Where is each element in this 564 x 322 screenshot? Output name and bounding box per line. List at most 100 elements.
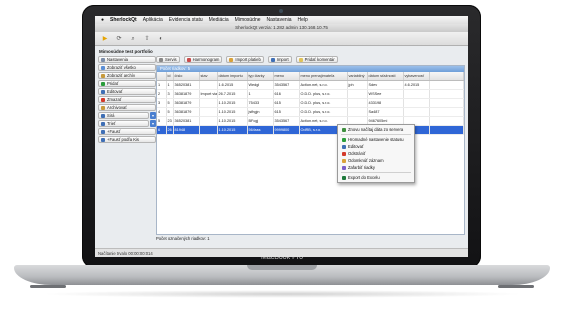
column-header[interactable]: id xyxy=(166,72,174,81)
table-row[interactable]: 4 5 36381879 1.10.2015 jsfhgjn 615 O.D.D. plus… xyxy=(157,107,464,117)
filter-button[interactable]: +Fausť xyxy=(98,128,156,135)
filter-kis-button[interactable]: +Fausť podľa Kis xyxy=(98,136,156,143)
column-header[interactable] xyxy=(429,72,464,81)
table-cell xyxy=(347,107,368,117)
menu-item-bulk-status[interactable]: Hromadné nastavenie statusu xyxy=(338,136,414,143)
table-cell: 81948 xyxy=(173,125,200,135)
table-row[interactable]: 1 1 36520381 1.6.2015 Wedgl 3543567 Action.net… xyxy=(157,80,464,90)
home-icon[interactable]: ▶ xyxy=(101,35,109,43)
table-row-selected[interactable]: 6 26 81948 1.10.2015 564sss 9999800 OdRB, s.r.… xyxy=(157,125,464,135)
sort2-select[interactable]: Trieť ▾ xyxy=(98,120,156,127)
add-button[interactable]: Pridať xyxy=(98,80,156,87)
menu-aplikacia[interactable]: Aplikácia xyxy=(143,17,163,23)
table-cell: 1.6.2015 xyxy=(217,80,248,90)
table-cell: 36520381 xyxy=(173,80,200,90)
refresh-icon[interactable]: ⟳ xyxy=(115,35,123,43)
column-header[interactable]: variabilný xyxy=(347,72,368,81)
table-cell: Import via xyxy=(199,89,218,99)
show-all-button[interactable]: Zobraziť všetko xyxy=(98,64,156,71)
column-header[interactable] xyxy=(157,72,167,81)
column-header[interactable]: stav xyxy=(199,72,218,81)
table-row[interactable]: 5 23 36520381 1.10.2015 BFcgj 3543567 Action.n… xyxy=(157,116,464,126)
add-comment-button[interactable]: Pridať komentár xyxy=(295,56,338,63)
records-grid[interactable]: Počet riadkov: 5 id číslo stav dátum imp… xyxy=(156,65,465,235)
search-icon[interactable]: ⌕ xyxy=(129,35,137,43)
menu-separator xyxy=(341,134,411,135)
table-cell: 3543567 xyxy=(273,116,300,126)
unlock-icon xyxy=(342,158,346,163)
table-cell: 3 xyxy=(166,89,174,99)
service-button[interactable]: Servis xyxy=(156,56,180,63)
table-row[interactable]: 3 5 36381879 1.10.2015 75433 615 O.D.D. plus, … xyxy=(157,98,464,108)
sort2-label[interactable]: Trieť xyxy=(98,120,149,127)
table-cell: 1.10.2015 xyxy=(217,116,248,126)
table-cell: 1.10.2015 xyxy=(217,107,248,117)
table-cell: O.D.D. plus, s.r.o. xyxy=(299,98,348,108)
table-cell: 5 xyxy=(166,107,174,117)
table-cell xyxy=(199,107,218,117)
table-cell xyxy=(429,89,464,99)
table-cell xyxy=(199,116,218,126)
sort-label[interactable]: Sirá xyxy=(98,112,149,119)
laptop-foot-left xyxy=(30,285,66,288)
menu-nastavenia[interactable]: Nastavenia xyxy=(267,17,292,23)
user-icon[interactable]: ◐ xyxy=(157,35,165,43)
laptop-notch xyxy=(247,265,317,270)
menu-item-edit[interactable]: Editovať xyxy=(338,143,414,150)
sort-icon xyxy=(101,121,105,126)
table-row[interactable]: 2 3 36381879 Import via 26.7.2015 1 616 O.D.D. … xyxy=(157,89,464,99)
show-archive-button[interactable]: Zobraziť archív xyxy=(98,72,156,79)
edit-button[interactable]: Editovať xyxy=(98,88,156,95)
column-header[interactable]: meno prenajímateľa xyxy=(299,72,348,81)
context-menu: Znovu načítaj dáta zo servera Hromadné n… xyxy=(337,124,415,183)
upload-icon[interactable]: ⇧ xyxy=(143,35,151,43)
table-cell: 1.10.2015 xyxy=(217,125,248,135)
archive-button[interactable]: Archivovať xyxy=(98,104,156,111)
edit-icon xyxy=(101,89,105,94)
harmonogram-button[interactable]: Harmonogram xyxy=(183,56,223,63)
table-cell xyxy=(429,125,464,135)
delete-icon xyxy=(101,97,105,102)
menu-help[interactable]: Help xyxy=(298,17,308,23)
menu-item-reload[interactable]: Znovu načítaj dáta zo servera xyxy=(338,126,414,133)
filter-icon xyxy=(101,137,105,142)
column-header[interactable]: meno xyxy=(273,72,300,81)
calendar-icon xyxy=(186,57,191,62)
apple-icon[interactable]: ● xyxy=(101,17,104,23)
paint-icon xyxy=(342,165,346,170)
left-panel: Nastavenia Zobraziť všetko Zobraziť arch… xyxy=(98,56,156,144)
sort-select[interactable]: Sirá ▾ xyxy=(98,112,156,119)
table-cell: jph xyxy=(347,80,368,90)
table-cell xyxy=(429,98,464,108)
menu-item-unlock[interactable]: Odomknúť záznam xyxy=(338,157,414,164)
column-header[interactable]: typ čiarky xyxy=(247,72,274,81)
menu-mimosudne[interactable]: Mimosúdne xyxy=(235,17,261,23)
laptop-foot-right xyxy=(498,285,534,288)
table-cell: Sdev xyxy=(367,80,404,90)
table-cell: 3 xyxy=(157,98,167,108)
menu-item-export-excel[interactable]: Export do Excelu xyxy=(338,174,414,181)
table-cell: 23 xyxy=(166,116,174,126)
column-header[interactable]: dátum importu xyxy=(217,72,248,81)
settings-button[interactable]: Nastavenia xyxy=(98,56,156,63)
column-header[interactable]: číslo xyxy=(173,72,200,81)
table-cell: 4 xyxy=(157,107,167,117)
import-button[interactable]: Import xyxy=(267,56,292,63)
menu-item-color-rows[interactable]: Zafarbiť riadky xyxy=(338,164,414,171)
sort-icon xyxy=(101,113,105,118)
table-cell xyxy=(403,89,430,99)
menu-evidencia[interactable]: Evidencia statu xyxy=(169,17,203,23)
column-header[interactable]: vybavenosť xyxy=(403,72,430,81)
delete-button[interactable]: Zmazať xyxy=(98,96,156,103)
table-cell: jsfhgjn xyxy=(247,107,274,117)
column-header[interactable]: dátum sťažnosti xyxy=(367,72,404,81)
table-cell xyxy=(347,89,368,99)
app-screen: ● SherlockQt Aplikácia Evidencia statu M… xyxy=(95,16,468,257)
laptop-shadow xyxy=(40,290,524,298)
import-payments-button[interactable]: Import platieb xyxy=(226,56,264,63)
table-cell: 1 xyxy=(166,80,174,90)
menu-item-delete[interactable]: Odstrániť xyxy=(338,150,414,157)
menubar-app[interactable]: SherlockQt xyxy=(110,17,137,23)
comment-icon xyxy=(298,57,303,62)
menu-mediacia[interactable]: Mediácia xyxy=(209,17,229,23)
